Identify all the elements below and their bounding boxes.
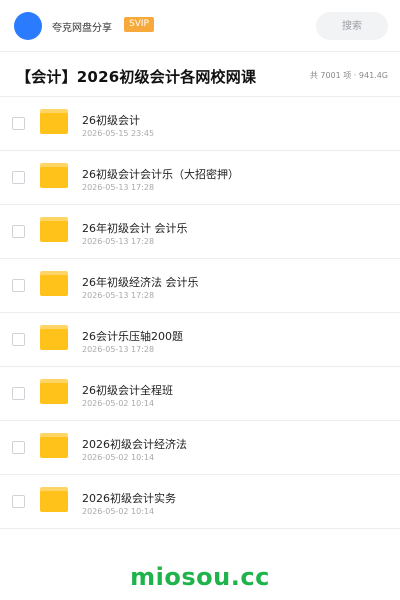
- folder-icon: [40, 109, 68, 134]
- item-count-size: 共 7001 项 · 941.4G: [309, 71, 388, 80]
- item-checkbox[interactable]: [12, 333, 25, 346]
- item-checkbox[interactable]: [12, 495, 25, 508]
- brand-name[interactable]: 夸克网盘分享: [52, 19, 112, 34]
- item-name[interactable]: 2026初级会计经济法: [82, 436, 187, 452]
- site-watermark: miosou.cc: [130, 563, 270, 591]
- item-name[interactable]: 26年初级经济法 会计乐: [82, 274, 199, 290]
- svip-badge: SVIP: [124, 17, 154, 32]
- file-list: 26初级会计 2026-05-15 23:45 26初级会计会计乐（大招密押） …: [0, 97, 400, 529]
- list-item[interactable]: 26初级会计会计乐（大招密押） 2026-05-13 17:28: [0, 151, 400, 205]
- item-date: 2026-05-13 17:28: [82, 291, 155, 300]
- item-date: 2026-05-02 10:14: [82, 399, 155, 408]
- list-item[interactable]: 26初级会计 2026-05-15 23:45: [0, 97, 400, 151]
- item-name[interactable]: 26会计乐压轴200题: [82, 328, 183, 344]
- list-item[interactable]: 2026初级会计经济法 2026-05-02 10:14: [0, 421, 400, 475]
- search-input[interactable]: [316, 12, 388, 40]
- item-date: 2026-05-13 17:28: [82, 237, 155, 246]
- item-checkbox[interactable]: [12, 171, 25, 184]
- title-bar: 【会计】2026初级会计各网校网课 共 7001 项 · 941.4G: [0, 52, 400, 97]
- item-date: 2026-05-15 23:45: [82, 129, 155, 138]
- item-date: 2026-05-02 10:14: [82, 507, 155, 516]
- folder-icon: [40, 433, 68, 458]
- item-date: 2026-05-02 10:14: [82, 453, 155, 462]
- item-name[interactable]: 26初级会计会计乐（大招密押）: [82, 166, 239, 182]
- item-name[interactable]: 26年初级会计 会计乐: [82, 220, 188, 236]
- list-item[interactable]: 2026初级会计实务 2026-05-02 10:14: [0, 475, 400, 529]
- item-date: 2026-05-13 17:28: [82, 345, 155, 354]
- folder-icon: [40, 163, 68, 188]
- folder-icon: [40, 379, 68, 404]
- item-date: 2026-05-13 17:28: [82, 183, 155, 192]
- item-checkbox[interactable]: [12, 387, 25, 400]
- top-header: 夸克网盘分享 SVIP: [0, 0, 400, 52]
- folder-icon: [40, 325, 68, 350]
- item-checkbox[interactable]: [12, 117, 25, 130]
- item-name[interactable]: 2026初级会计实务: [82, 490, 176, 506]
- item-name[interactable]: 26初级会计: [82, 112, 140, 128]
- folder-icon: [40, 487, 68, 512]
- list-item[interactable]: 26会计乐压轴200题 2026-05-13 17:28: [0, 313, 400, 367]
- list-item[interactable]: 26年初级经济法 会计乐 2026-05-13 17:28: [0, 259, 400, 313]
- list-item[interactable]: 26初级会计全程班 2026-05-02 10:14: [0, 367, 400, 421]
- page-title: 【会计】2026初级会计各网校网课: [16, 68, 257, 86]
- item-checkbox[interactable]: [12, 225, 25, 238]
- item-checkbox[interactable]: [12, 441, 25, 454]
- avatar[interactable]: [14, 12, 42, 40]
- list-item[interactable]: 26年初级会计 会计乐 2026-05-13 17:28: [0, 205, 400, 259]
- folder-icon: [40, 271, 68, 296]
- folder-icon: [40, 217, 68, 242]
- item-name[interactable]: 26初级会计全程班: [82, 382, 173, 398]
- item-checkbox[interactable]: [12, 279, 25, 292]
